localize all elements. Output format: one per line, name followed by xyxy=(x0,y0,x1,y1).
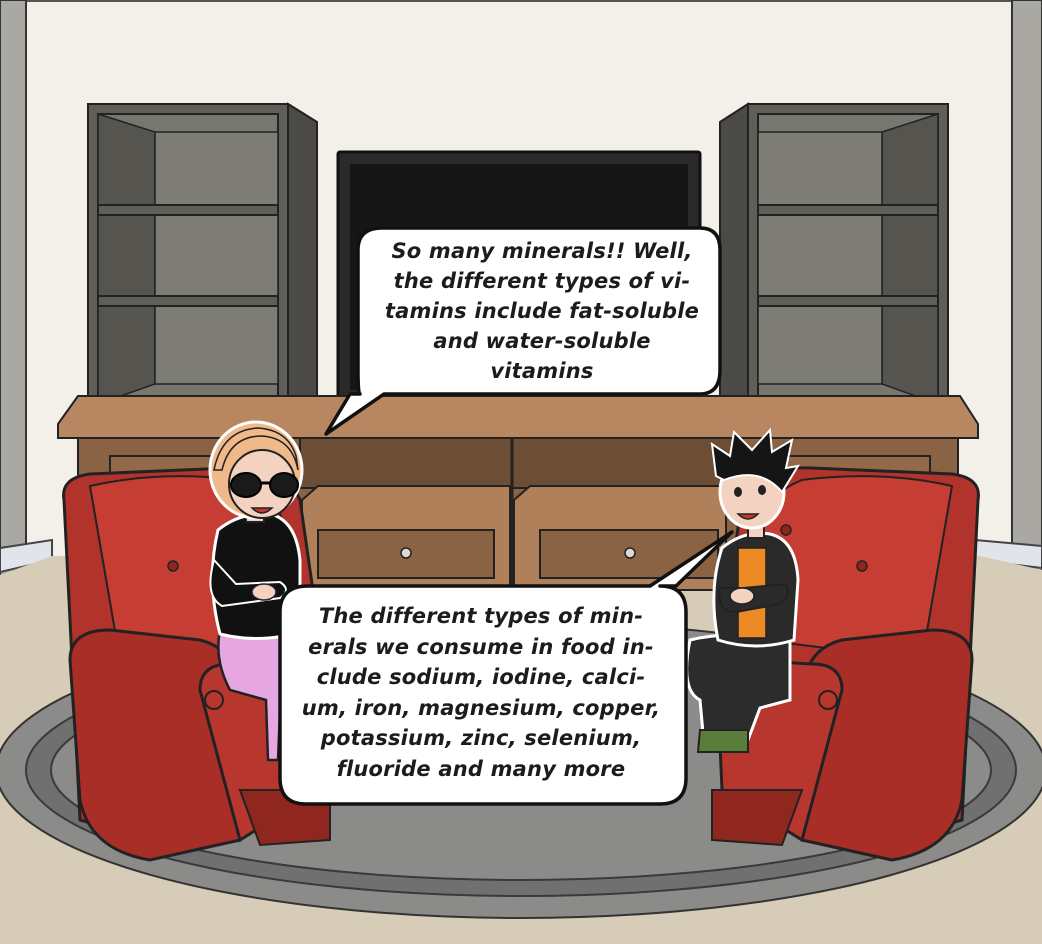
right-wall-column xyxy=(1011,0,1042,586)
speech-line: The different types of min- xyxy=(318,604,644,628)
left-wall-column xyxy=(0,0,27,586)
speech-line: and water-soluble xyxy=(433,329,651,353)
speech-line: potassium, zinc, selenium, xyxy=(320,726,642,750)
speech-line: the different types of vi- xyxy=(393,269,691,293)
sunglasses-left-lens xyxy=(230,472,262,498)
speech-line: vitamins xyxy=(490,359,594,383)
left-bookshelf xyxy=(87,102,318,415)
speech-bubble-bottom-text: The different types of min- erals we con… xyxy=(292,601,670,784)
speech-line: So many minerals!! Well, xyxy=(391,239,693,263)
speech-line: um, iron, magnesium, copper, xyxy=(301,695,661,720)
speech-line: erals we consume in food in- xyxy=(308,634,654,659)
speech-line: tamins include fat-soluble xyxy=(384,299,700,323)
speech-bubble-top-text: So many minerals!! Well, the different t… xyxy=(372,236,712,386)
speech-line: clude sodium, iodine, calci- xyxy=(316,665,646,689)
right-bookshelf xyxy=(719,102,949,415)
comic-panel xyxy=(0,0,1042,944)
sunglasses-right-lens xyxy=(269,472,299,498)
speech-line: fluoride and many more xyxy=(336,756,626,781)
